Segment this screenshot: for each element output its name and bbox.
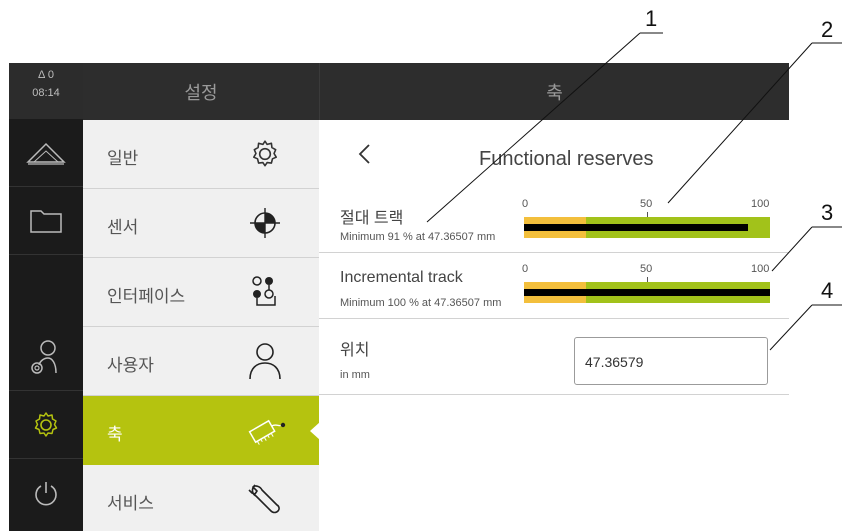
target-icon: [243, 201, 287, 245]
row-detail: Minimum 91 % at 47.36507 mm: [340, 231, 496, 243]
unit-label: in mm: [340, 369, 370, 381]
axis-encoder-icon: [243, 408, 287, 452]
menu-item-label: 사용자: [107, 356, 154, 375]
menu-item-general[interactable]: 일반: [83, 120, 319, 189]
warning-count[interactable]: Δ 0: [9, 69, 83, 81]
axis-header: 축: [319, 63, 789, 120]
user-icon: [243, 339, 287, 383]
tick-label: 50: [640, 263, 653, 275]
tick-label: 50: [640, 198, 653, 210]
menu-item-sensor[interactable]: 센서: [83, 189, 319, 258]
row-label: 위치: [340, 342, 370, 359]
menu-item-interfaces[interactable]: 인터페이스: [83, 258, 319, 327]
gauge-indicator: [524, 224, 748, 231]
gear-icon: [243, 132, 287, 176]
position-value-field[interactable]: 47.36579: [574, 337, 768, 385]
back-button[interactable]: [355, 142, 375, 166]
menu-item-users[interactable]: 사용자: [83, 327, 319, 396]
gauge-bar: [524, 282, 770, 303]
user-settings-icon: [31, 339, 57, 374]
user-login-button[interactable]: [9, 323, 83, 391]
row-label: 절대 트랙: [340, 210, 404, 227]
chevron-left-icon: [358, 144, 370, 164]
measure-icon: [26, 142, 66, 165]
callout-3: 3: [821, 200, 834, 225]
tick-label: 0: [522, 263, 529, 275]
tick-label: 0: [522, 198, 529, 210]
settings-header: 설정: [83, 63, 319, 120]
menu-item-service[interactable]: 서비스: [83, 465, 319, 531]
callout-1: 1: [645, 6, 658, 31]
menu-item-label: 서비스: [107, 494, 154, 513]
functional-reserves-panel: Functional reserves 절대 트랙 Minimum 91 % a…: [319, 120, 789, 531]
absolute-track-row: 절대 트랙 Minimum 91 % at 47.36507 mm 0 50 1…: [319, 188, 789, 253]
interface-icon: [243, 270, 287, 314]
menu-item-axes[interactable]: 축: [83, 396, 320, 465]
callout-4: 4: [821, 278, 834, 303]
rail-empty-slot: [9, 255, 83, 323]
power-button[interactable]: [9, 459, 83, 527]
panel-title-row: Functional reserves: [319, 120, 789, 188]
power-icon: [35, 482, 57, 506]
tick-label: 100: [751, 198, 770, 210]
measure-button[interactable]: [9, 119, 83, 187]
file-management-button[interactable]: [9, 187, 83, 255]
menu-item-label: 인터페이스: [107, 287, 186, 306]
menu-item-label: 센서: [107, 218, 139, 237]
settings-gear-icon: [34, 411, 58, 437]
tick-label: 100: [751, 263, 770, 275]
settings-button[interactable]: [9, 391, 83, 459]
panel-title: Functional reserves: [479, 148, 654, 170]
status-area: Δ 0 08:14: [9, 63, 83, 119]
callout-2: 2: [821, 17, 834, 42]
incremental-track-row: Incremental track Minimum 100 % at 47.36…: [319, 253, 789, 319]
wrench-icon: [243, 477, 287, 521]
folder-icon: [30, 209, 62, 233]
clock: 08:14: [32, 87, 60, 99]
gauge-bar: [524, 217, 770, 238]
gauge-indicator: [524, 289, 770, 296]
row-detail: Minimum 100 % at 47.36507 mm: [340, 297, 502, 309]
left-rail: Δ 0 08:14: [9, 63, 83, 531]
settings-menu: 일반 센서 인터페이스 사용자 축 서비스: [83, 120, 320, 531]
menu-item-label: 축: [107, 425, 123, 444]
menu-item-label: 일반: [107, 149, 139, 168]
row-label: Incremental track: [340, 269, 463, 286]
